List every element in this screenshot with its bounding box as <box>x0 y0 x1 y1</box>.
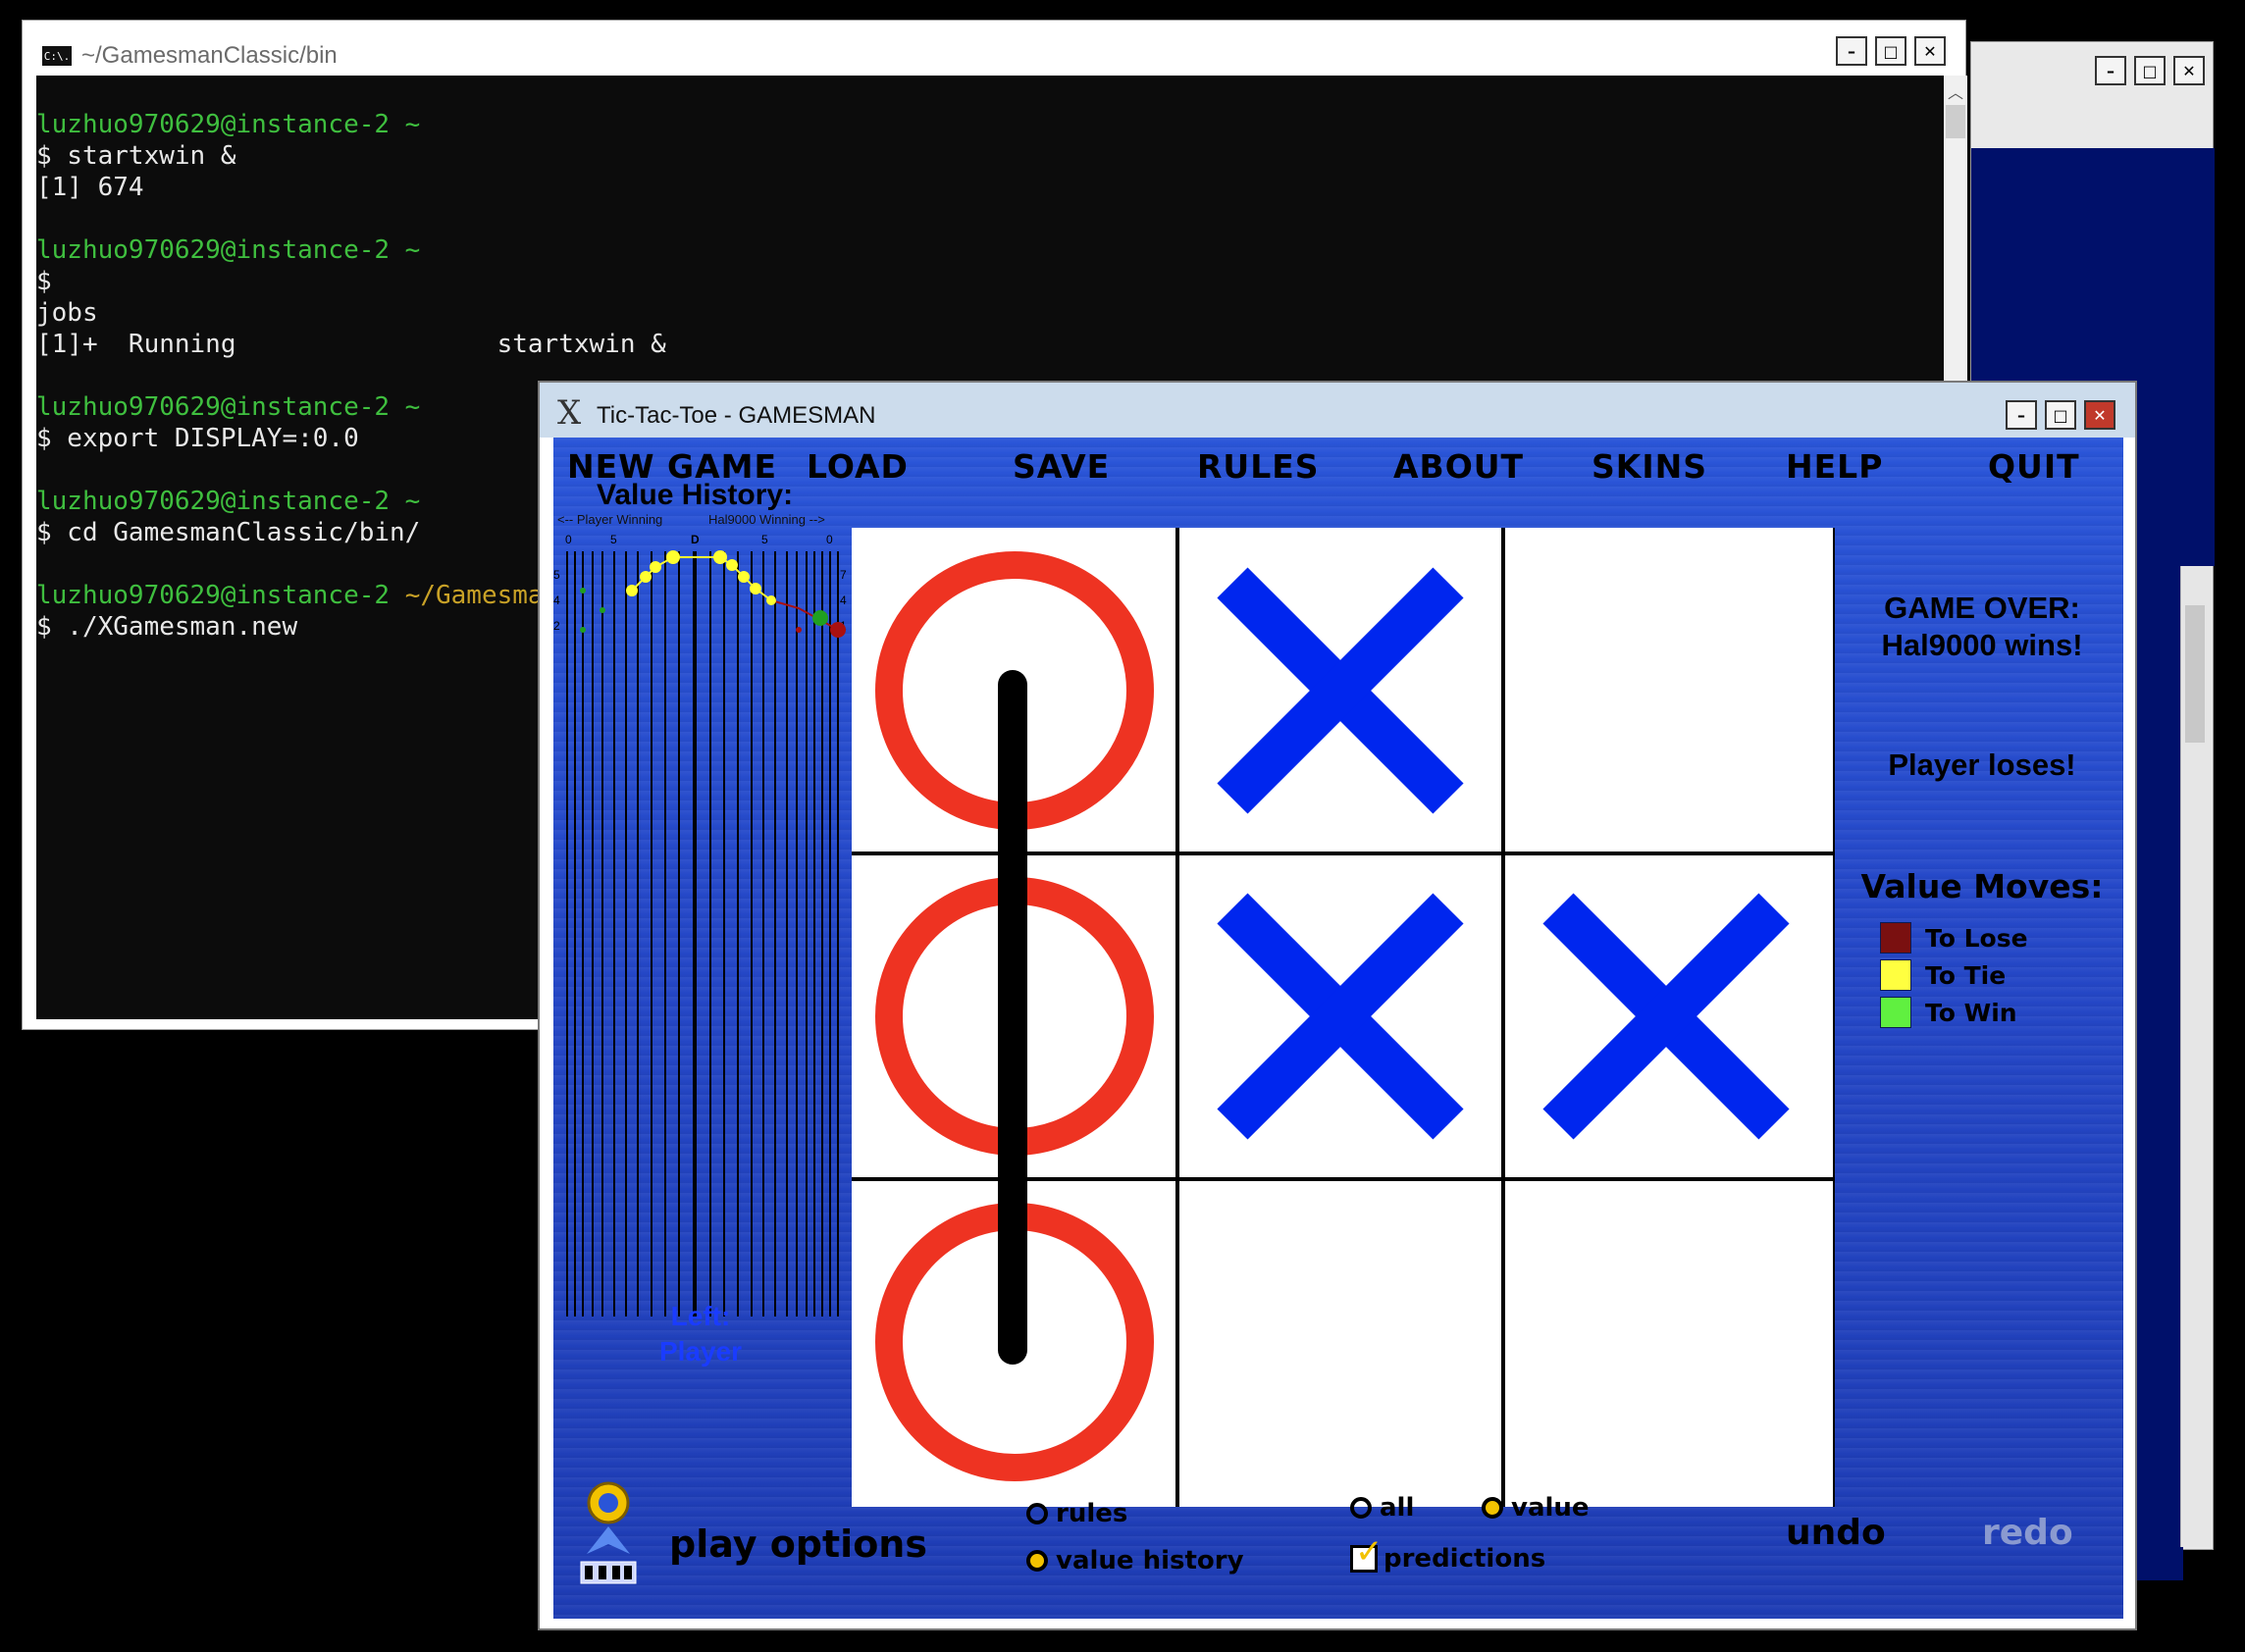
predictions-checkbox[interactable]: ✓ <box>1350 1532 1384 1573</box>
terminal-line-text: $ export DISPLAY=:0.0 <box>36 424 359 453</box>
value-radio[interactable] <box>1482 1497 1503 1519</box>
terminal-line-text: $ <box>36 267 52 296</box>
tie-swatch <box>1880 959 1911 991</box>
terminal-line: $ <box>36 266 727 297</box>
vh-scale-left-0: 5 <box>553 568 560 582</box>
terminal-title: ~/GamesmanClassic/bin <box>81 42 338 69</box>
scroll-thumb[interactable] <box>1946 105 1965 138</box>
terminal-line-text: $ startxwin & <box>36 141 236 171</box>
terminal-line-text: $ ./XGamesman.new <box>36 612 298 642</box>
terminal-line: [1] 674 <box>36 172 727 203</box>
terminal-line-text: luzhuo970629@instance-2 ~ <box>36 235 421 265</box>
empty-cell[interactable] <box>1181 1183 1499 1501</box>
terminal-line-text: luzhuo970629@instance-2 ~ <box>36 110 421 139</box>
empty-cell[interactable] <box>1507 1183 1825 1501</box>
back-window-scrollbar[interactable] <box>2180 566 2211 1547</box>
menu-quit[interactable]: QUIT <box>1988 441 2080 490</box>
terminal-titlebar[interactable]: C:\. ~/GamesmanClassic/bin – □ ✕ <box>23 21 1965 76</box>
x-mark <box>1542 893 1790 1140</box>
x-mark <box>1217 567 1464 814</box>
menu-load[interactable]: LOAD <box>807 441 909 490</box>
gamesman-titlebar[interactable]: X Tic-Tac-Toe - GAMESMAN – □ ✕ <box>540 383 2135 438</box>
winner-label: Hal9000 wins! <box>1881 628 2083 662</box>
value-moves-title: Value Moves: <box>1860 867 2104 905</box>
back-close-button[interactable]: ✕ <box>2173 56 2205 85</box>
scroll-thumb[interactable] <box>2185 605 2205 743</box>
gamesman-maximize-button[interactable]: □ <box>2045 400 2076 430</box>
all-option[interactable]: all <box>1350 1493 1414 1523</box>
gamesman-window[interactable]: X Tic-Tac-Toe - GAMESMAN – □ ✕ NEW GAME … <box>538 381 2137 1630</box>
all-radio[interactable] <box>1350 1497 1372 1519</box>
game-board <box>852 528 1835 1507</box>
vh-scale-left-1: 4 <box>553 594 560 607</box>
terminal-line: luzhuo970629@instance-2 ~ <box>36 109 727 140</box>
undo-button[interactable]: undo <box>1786 1513 1886 1553</box>
value-history-chart: 0 5 D 5 0 5 4 2 7 4 1 <box>553 532 848 1316</box>
value-history-option[interactable]: value history <box>1026 1546 1244 1575</box>
vh-scale-right-1: 4 <box>840 594 847 607</box>
terminal-line-text: luzhuo970629@instance-2 <box>36 581 405 610</box>
terminal-line-text: luzhuo970629@instance-2 ~ <box>36 392 421 422</box>
vh-scale-right-0: 7 <box>840 568 847 582</box>
terminal-minimize-button[interactable]: – <box>1836 36 1867 66</box>
terminal-line: $ startxwin & <box>36 140 727 172</box>
scroll-up-arrow[interactable]: ︿ <box>1948 79 1963 103</box>
turn-player-label: Player <box>658 1336 743 1367</box>
vh-scale-top-2: D <box>691 533 700 546</box>
value-history-right-caption: Hal9000 Winning --> <box>708 512 825 527</box>
terminal-close-button[interactable]: ✕ <box>1914 36 1946 66</box>
terminal-icon: C:\. <box>42 46 72 66</box>
gamesman-close-button[interactable]: ✕ <box>2084 400 2115 430</box>
vh-scale-top-0: 0 <box>565 533 572 546</box>
rules-radio[interactable] <box>1026 1503 1048 1524</box>
value-history-title: Value History: <box>597 479 794 511</box>
lose-swatch <box>1880 922 1911 954</box>
win-swatch <box>1880 997 1911 1028</box>
game-content: NEW GAME LOAD SAVE RULES ABOUT SKINS HEL… <box>553 438 2123 1619</box>
terminal-line: jobs <box>36 297 727 329</box>
rules-option[interactable]: rules <box>1026 1499 1127 1528</box>
legend-to-lose: To Lose <box>1880 922 2028 954</box>
loser-label: Player loses! <box>1888 748 2076 782</box>
legend-to-tie: To Tie <box>1880 959 2006 991</box>
value-option[interactable]: value <box>1482 1493 1590 1523</box>
vh-scale-top-1: 5 <box>610 533 617 546</box>
menu-help[interactable]: HELP <box>1786 441 1883 490</box>
gamesman-minimize-button[interactable]: – <box>2006 400 2037 430</box>
predictions-option[interactable]: ✓ predictions <box>1350 1532 1545 1574</box>
legend-to-win: To Win <box>1880 997 2017 1028</box>
menu-save[interactable]: SAVE <box>1013 441 1110 490</box>
x-logo-icon: X <box>557 393 582 433</box>
back-maximize-button[interactable]: □ <box>2134 56 2166 85</box>
gamesman-title: Tic-Tac-Toe - GAMESMAN <box>597 402 876 429</box>
value-history-left-caption: <-- Player Winning <box>557 512 663 527</box>
vh-scale-top-3: 5 <box>761 533 768 546</box>
vh-scale-left-2: 2 <box>553 619 560 633</box>
checkmark-icon: ✓ <box>1355 1532 1384 1572</box>
terminal-line: luzhuo970629@instance-2 ~ <box>36 234 727 266</box>
empty-cell[interactable] <box>1507 532 1825 850</box>
terminal-line-text: [1] 674 <box>36 173 144 202</box>
menu-about[interactable]: ABOUT <box>1393 441 1524 490</box>
gamesman-logo-icon <box>577 1481 640 1599</box>
vh-scale-top-4: 0 <box>826 533 833 546</box>
value-history-radio[interactable] <box>1026 1550 1048 1572</box>
turn-label: Left: <box>670 1301 731 1331</box>
game-over-label: GAME OVER: <box>1884 591 2080 625</box>
terminal-line-text: jobs <box>36 298 98 328</box>
terminal-maximize-button[interactable]: □ <box>1875 36 1906 66</box>
terminal-line-text: [1]+ Running startxwin & <box>36 330 666 359</box>
redo-button[interactable]: redo <box>1982 1513 2073 1553</box>
terminal-line-text: $ cd GamesmanClassic/bin/ <box>36 518 421 547</box>
terminal-line: [1]+ Running startxwin & <box>36 329 727 360</box>
menu-skins[interactable]: SKINS <box>1592 441 1707 490</box>
menu-rules[interactable]: RULES <box>1197 441 1320 490</box>
back-minimize-button[interactable]: – <box>2095 56 2126 85</box>
play-options-label[interactable]: play options <box>669 1523 927 1566</box>
x-mark <box>1217 893 1464 1140</box>
terminal-line-text: luzhuo970629@instance-2 ~ <box>36 487 421 516</box>
